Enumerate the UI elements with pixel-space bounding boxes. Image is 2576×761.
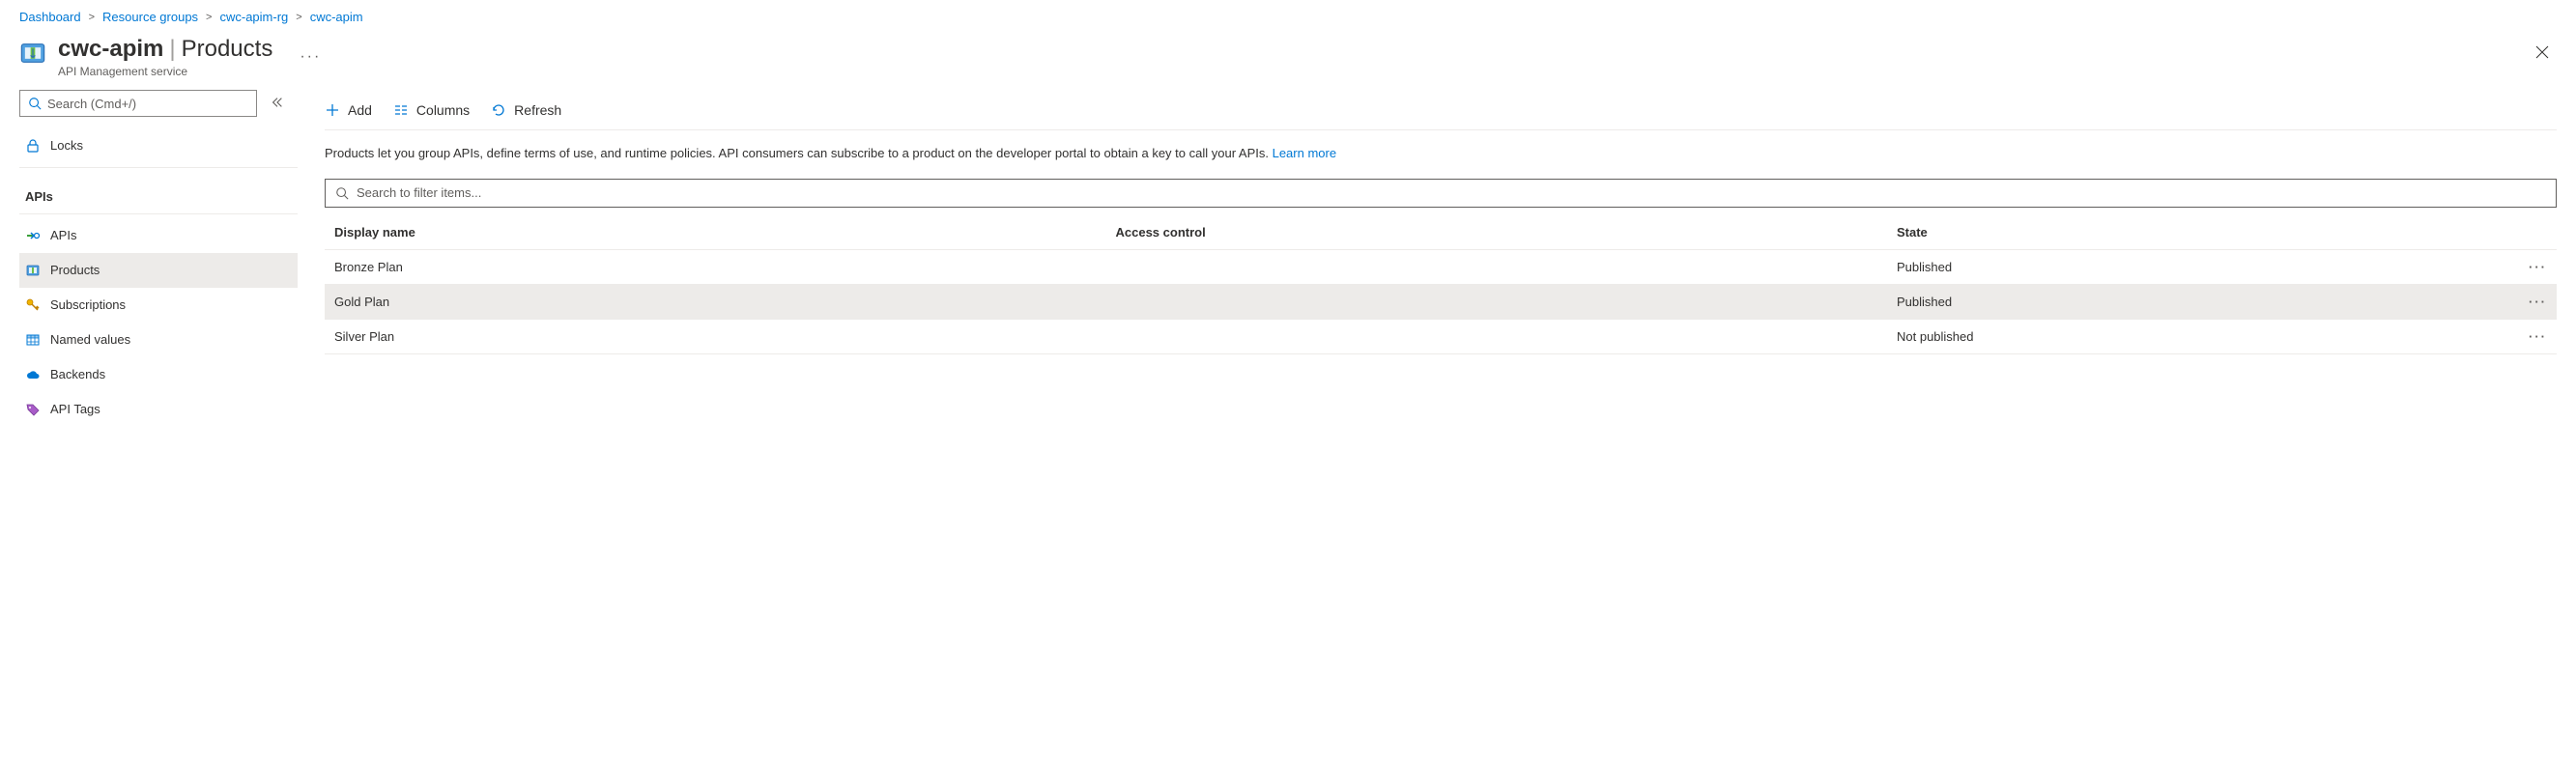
- tag-icon: [25, 402, 41, 417]
- lock-icon: [25, 138, 41, 154]
- row-more-button[interactable]: ···: [2518, 249, 2557, 284]
- sidebar-divider: [19, 167, 298, 168]
- columns-button[interactable]: Columns: [393, 102, 470, 118]
- cell-access-control: [1106, 319, 1888, 353]
- api-icon: [25, 228, 41, 243]
- page-section: Products: [182, 36, 273, 63]
- more-actions-button[interactable]: ···: [300, 48, 321, 66]
- sidebar-item-api-tags[interactable]: API Tags: [19, 392, 298, 427]
- product-icon: [25, 263, 41, 278]
- filter-input[interactable]: [357, 185, 2546, 200]
- sidebar-search-input[interactable]: [47, 97, 248, 111]
- sidebar-item-label: Products: [50, 263, 100, 277]
- breadcrumb: Dashboard > Resource groups > cwc-apim-r…: [0, 0, 2576, 30]
- sidebar-item-label: Subscriptions: [50, 297, 126, 312]
- table-row[interactable]: Silver Plan Not published ···: [325, 319, 2557, 353]
- sidebar-search[interactable]: [19, 90, 257, 117]
- close-icon: [2534, 44, 2550, 60]
- cell-access-control: [1106, 284, 1888, 319]
- description: Products let you group APIs, define term…: [325, 130, 2557, 179]
- table-row[interactable]: Bronze Plan Published ···: [325, 249, 2557, 284]
- page-header: cwc-apim | Products API Management servi…: [0, 30, 2576, 90]
- learn-more-link[interactable]: Learn more: [1273, 146, 1336, 160]
- breadcrumb-item[interactable]: cwc-apim: [310, 10, 363, 24]
- sidebar-group-apis: APIs: [19, 172, 298, 210]
- sidebar-item-backends[interactable]: Backends: [19, 357, 298, 392]
- sidebar-collapse-button[interactable]: [267, 92, 288, 116]
- sidebar-item-locks[interactable]: Locks: [19, 128, 298, 163]
- chevron-left-double-icon: [271, 96, 284, 109]
- apim-service-icon: [19, 40, 46, 67]
- title-divider: |: [169, 36, 175, 63]
- page-subtitle: API Management service: [58, 65, 272, 78]
- refresh-button[interactable]: Refresh: [491, 102, 561, 118]
- table-row[interactable]: Gold Plan Published ···: [325, 284, 2557, 319]
- sidebar-item-label: Named values: [50, 332, 130, 347]
- sidebar-item-named-values[interactable]: Named values: [19, 323, 298, 357]
- filter-search[interactable]: [325, 179, 2557, 208]
- col-access-control[interactable]: Access control: [1106, 215, 1888, 250]
- search-icon: [28, 97, 42, 110]
- key-icon: [25, 297, 41, 313]
- products-table: Display name Access control State Bronze…: [325, 215, 2557, 354]
- grid-icon: [25, 332, 41, 348]
- page-title: cwc-apim: [58, 36, 163, 63]
- col-display-name[interactable]: Display name: [325, 215, 1106, 250]
- cell-state: Published: [1887, 249, 2518, 284]
- plus-icon: [325, 102, 340, 118]
- sidebar: Locks APIs APIs Products: [19, 90, 298, 427]
- cell-display-name: Silver Plan: [325, 319, 1106, 353]
- breadcrumb-item[interactable]: Resource groups: [102, 10, 198, 24]
- main-panel: Add Columns Refresh Products let you gro…: [298, 90, 2576, 427]
- cell-state: Not published: [1887, 319, 2518, 353]
- sidebar-item-subscriptions[interactable]: Subscriptions: [19, 288, 298, 323]
- cell-display-name: Gold Plan: [325, 284, 1106, 319]
- col-actions: [2518, 215, 2557, 250]
- chevron-right-icon: >: [206, 12, 212, 23]
- close-button[interactable]: [2532, 42, 2553, 63]
- sidebar-item-label: API Tags: [50, 402, 100, 416]
- cell-display-name: Bronze Plan: [325, 249, 1106, 284]
- col-state[interactable]: State: [1887, 215, 2518, 250]
- cell-access-control: [1106, 249, 1888, 284]
- add-button[interactable]: Add: [325, 102, 372, 118]
- toolbar-label: Add: [348, 102, 372, 118]
- refresh-icon: [491, 102, 506, 118]
- columns-icon: [393, 102, 409, 118]
- toolbar: Add Columns Refresh: [325, 90, 2557, 130]
- sidebar-item-label: Backends: [50, 367, 105, 381]
- description-text: Products let you group APIs, define term…: [325, 146, 1273, 160]
- sidebar-divider: [19, 213, 298, 214]
- cell-state: Published: [1887, 284, 2518, 319]
- toolbar-label: Refresh: [514, 102, 561, 118]
- cloud-icon: [25, 367, 41, 382]
- chevron-right-icon: >: [89, 12, 95, 23]
- row-more-button[interactable]: ···: [2518, 319, 2557, 353]
- sidebar-item-products[interactable]: Products: [19, 253, 298, 288]
- chevron-right-icon: >: [296, 12, 301, 23]
- sidebar-item-apis[interactable]: APIs: [19, 218, 298, 253]
- search-icon: [335, 186, 349, 200]
- breadcrumb-item[interactable]: cwc-apim-rg: [219, 10, 288, 24]
- sidebar-item-label: APIs: [50, 228, 76, 242]
- breadcrumb-item[interactable]: Dashboard: [19, 10, 81, 24]
- sidebar-item-label: Locks: [50, 138, 83, 153]
- row-more-button[interactable]: ···: [2518, 284, 2557, 319]
- toolbar-label: Columns: [416, 102, 470, 118]
